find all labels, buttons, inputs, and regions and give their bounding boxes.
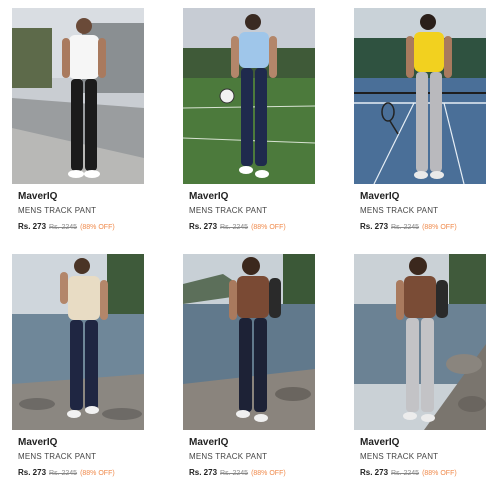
- discount-badge: (88% OFF): [80, 470, 115, 477]
- product-brand[interactable]: MaverIQ: [18, 191, 57, 202]
- price-current: Rs. 273: [360, 222, 389, 231]
- product-price-row: Rs. 273 Rs. 2245 (88% OFF): [18, 468, 115, 477]
- price-current: Rs. 273: [189, 222, 218, 231]
- price-current: Rs. 273: [360, 468, 389, 477]
- price-original: Rs. 2245: [220, 224, 249, 231]
- product-price-row: Rs. 273 Rs. 2245 (88% OFF): [189, 468, 286, 477]
- product-image[interactable]: [12, 254, 144, 430]
- discount-badge: (88% OFF): [251, 224, 286, 231]
- product-price-row: Rs. 273 Rs. 2245 (88% OFF): [18, 222, 115, 231]
- product-title[interactable]: MENS TRACK PANT: [189, 206, 267, 215]
- price-original: Rs. 2245: [220, 470, 249, 477]
- product-image[interactable]: [354, 254, 486, 430]
- price-current: Rs. 273: [18, 468, 47, 477]
- product-card[interactable]: MaverIQ MENS TRACK PANT Rs. 273 Rs. 2245(…: [183, 8, 315, 243]
- product-price-row: Rs. 273 Rs. 2245 (88% OFF): [360, 222, 457, 231]
- price-original: Rs. 2245: [49, 224, 78, 231]
- product-card[interactable]: MaverIQ MENS TRACK PANT Rs. 273 Rs. 2245(…: [354, 254, 486, 480]
- product-card[interactable]: MaverIQ MENS TRACK PANT Rs. 273 Rs. 2245(…: [183, 254, 315, 480]
- product-title[interactable]: MENS TRACK PANT: [18, 206, 96, 215]
- product-image[interactable]: [183, 254, 315, 430]
- discount-badge: (88% OFF): [422, 470, 457, 477]
- product-brand[interactable]: MaverIQ: [18, 437, 57, 448]
- product-title[interactable]: MENS TRACK PANT: [18, 452, 96, 461]
- product-title[interactable]: MENS TRACK PANT: [360, 452, 438, 461]
- price-current: Rs. 273: [18, 222, 47, 231]
- product-image[interactable]: [183, 8, 315, 184]
- product-title[interactable]: MENS TRACK PANT: [360, 206, 438, 215]
- product-price-row: Rs. 273 Rs. 2245 (88% OFF): [189, 222, 286, 231]
- product-image[interactable]: [12, 8, 144, 184]
- price-original: Rs. 2245: [391, 470, 420, 477]
- price-original: Rs. 2245: [49, 470, 78, 477]
- product-grid: MaverIQ MENS TRACK PANT Rs. 273 Rs. 2245(…: [0, 0, 500, 485]
- discount-badge: (88% OFF): [80, 224, 115, 231]
- product-brand[interactable]: MaverIQ: [360, 191, 399, 202]
- product-card[interactable]: MaverIQ MENS TRACK PANT Rs. 273 Rs. 2245(…: [12, 254, 144, 480]
- price-original: Rs. 2245: [391, 224, 420, 231]
- product-price-row: Rs. 273 Rs. 2245 (88% OFF): [360, 468, 457, 477]
- product-title[interactable]: MENS TRACK PANT: [189, 452, 267, 461]
- product-brand[interactable]: MaverIQ: [189, 437, 228, 448]
- product-brand[interactable]: MaverIQ: [189, 191, 228, 202]
- discount-badge: (88% OFF): [251, 470, 286, 477]
- product-card[interactable]: MaverIQ MENS TRACK PANT Rs. 273 Rs. 2245(…: [354, 8, 486, 243]
- price-current: Rs. 273: [189, 468, 218, 477]
- product-image[interactable]: [354, 8, 486, 184]
- product-card[interactable]: MaverIQ MENS TRACK PANT Rs. 273 Rs. 2245(…: [12, 8, 144, 243]
- discount-badge: (88% OFF): [422, 224, 457, 231]
- product-brand[interactable]: MaverIQ: [360, 437, 399, 448]
